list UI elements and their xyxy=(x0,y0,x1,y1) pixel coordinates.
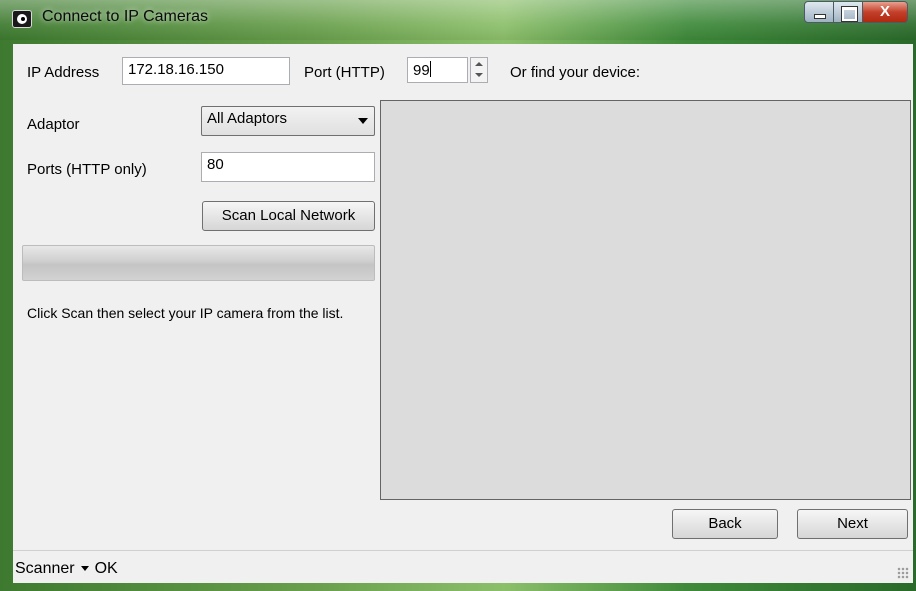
adaptor-select[interactable]: All Adaptors xyxy=(201,106,375,136)
eye-camera-icon xyxy=(12,10,32,28)
close-button[interactable]: X xyxy=(862,1,908,23)
spin-down-icon[interactable] xyxy=(474,71,484,81)
ip-address-value: 172.18.16.150 xyxy=(128,61,224,78)
ports-http-only-value: 80 xyxy=(207,156,224,173)
minimize-button[interactable] xyxy=(804,1,834,23)
maximize-button[interactable] xyxy=(833,1,863,23)
close-icon: X xyxy=(879,3,890,20)
chevron-down-icon xyxy=(358,118,368,124)
port-http-label: Port (HTTP) xyxy=(304,64,385,81)
back-button-label: Back xyxy=(708,515,742,532)
scan-local-network-button[interactable]: Scan Local Network xyxy=(202,201,375,231)
window-controls: X xyxy=(804,1,908,23)
scanner-state: OK xyxy=(94,560,118,577)
app-window: Connect to IP Cameras X IP Address 172.1… xyxy=(0,0,916,591)
resize-grip-icon[interactable] xyxy=(897,567,909,579)
status-bar: Scanner OK xyxy=(13,550,913,583)
adaptor-label: Adaptor xyxy=(27,116,80,133)
scan-button-label: Scan Local Network xyxy=(221,207,356,224)
title-bar[interactable]: Connect to IP Cameras X xyxy=(0,0,916,40)
caret-down-icon xyxy=(80,566,89,572)
scan-progress-bar xyxy=(22,245,375,281)
ports-http-only-input[interactable]: 80 xyxy=(201,152,375,182)
next-button[interactable]: Next xyxy=(797,509,908,539)
dialog-body: IP Address 172.18.16.150 Port (HTTP) 99 … xyxy=(13,44,913,583)
port-spinner[interactable] xyxy=(470,57,488,83)
device-list[interactable] xyxy=(380,100,911,500)
port-http-input[interactable]: 99 xyxy=(407,57,468,83)
window-title: Connect to IP Cameras xyxy=(42,8,209,25)
adaptor-selected-value: All Adaptors xyxy=(207,110,288,127)
scanner-dropdown-label: Scanner xyxy=(15,560,75,577)
scanner-status[interactable]: Scanner OK xyxy=(15,560,118,578)
scan-hint-text: Click Scan then select your IP camera fr… xyxy=(27,305,344,321)
ip-address-label: IP Address xyxy=(27,64,100,81)
port-http-value: 99 xyxy=(413,62,430,79)
find-device-label: Or find your device: xyxy=(510,64,641,81)
next-button-label: Next xyxy=(837,515,868,532)
spin-up-icon[interactable] xyxy=(474,59,484,69)
ip-address-input[interactable]: 172.18.16.150 xyxy=(122,57,290,85)
back-button[interactable]: Back xyxy=(672,509,778,539)
text-cursor xyxy=(429,61,431,77)
ports-http-only-label: Ports (HTTP only) xyxy=(27,161,147,178)
